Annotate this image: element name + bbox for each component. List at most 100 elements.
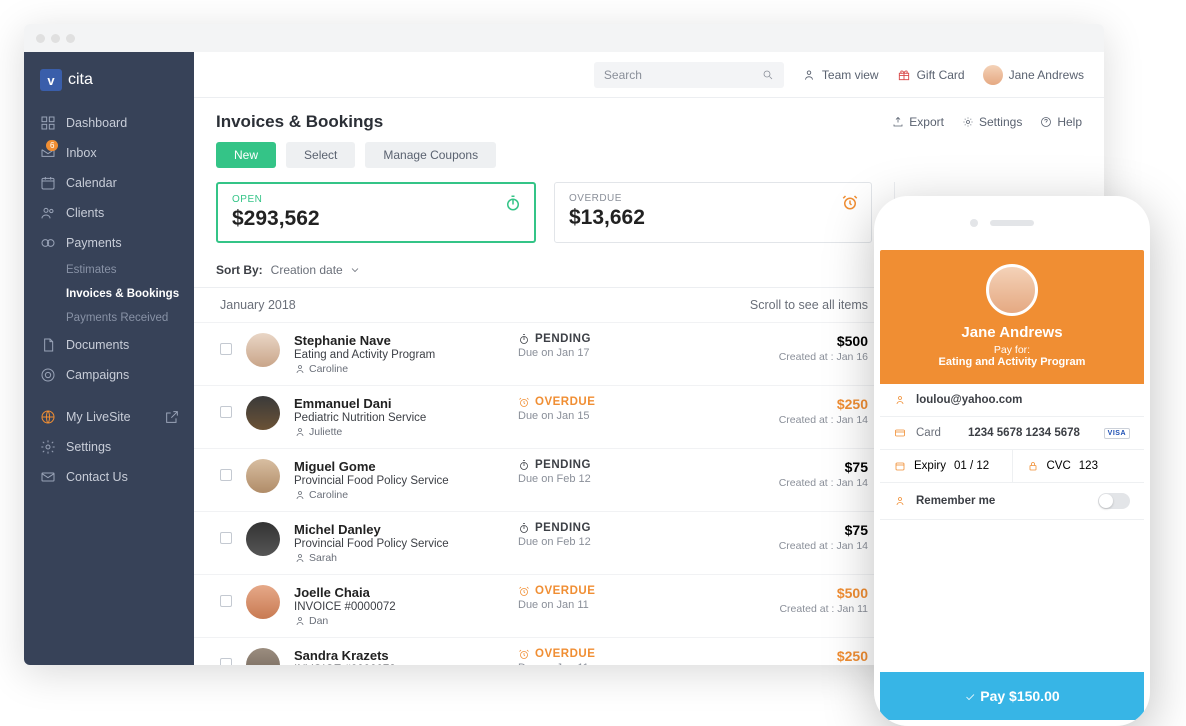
visa-badge: VISA <box>1104 428 1130 439</box>
invoice-row[interactable]: Sandra KrazetsINVOICE #0000072NadineOVER… <box>194 638 894 665</box>
invoice-row[interactable]: Joelle ChaiaINVOICE #0000072DanOVERDUEDu… <box>194 575 894 638</box>
invoice-row[interactable]: Stephanie NaveEating and Activity Progra… <box>194 323 894 386</box>
row-checkbox[interactable] <box>220 532 232 544</box>
status-icon <box>518 396 530 408</box>
nav-estimates[interactable]: Estimates <box>24 258 194 282</box>
person-icon <box>294 552 306 564</box>
help-icon <box>1040 116 1052 128</box>
nav-label: Inbox <box>66 146 97 160</box>
page-header: Invoices & Bookings Export Settings Help <box>194 98 1104 132</box>
invoice-status: PENDING <box>518 333 678 345</box>
payment-header: Jane Andrews Pay for: Eating and Activit… <box>880 250 1144 384</box>
row-checkbox[interactable] <box>220 595 232 607</box>
summary-open-label: OPEN <box>232 194 520 205</box>
settings-button[interactable]: Settings <box>962 115 1022 129</box>
select-button[interactable]: Select <box>286 142 355 168</box>
export-label: Export <box>909 115 944 129</box>
pay-button-label: Pay $150.00 <box>980 688 1059 704</box>
row-checkbox[interactable] <box>220 469 232 481</box>
nav-label: My LiveSite <box>66 410 131 424</box>
client-name: Joelle Chaia <box>294 585 504 600</box>
help-button[interactable]: Help <box>1040 115 1082 129</box>
client-name: Michel Danley <box>294 522 504 537</box>
nav-livesite[interactable]: My LiveSite <box>24 402 194 432</box>
pay-button[interactable]: Pay $150.00 <box>880 672 1144 720</box>
due-date: Due on Jan 15 <box>518 410 678 422</box>
created-date: Created at : Jan 14 <box>779 477 868 489</box>
logo-mark: v <box>40 69 62 91</box>
nav-label: Dashboard <box>66 116 127 130</box>
status-icon <box>518 585 530 597</box>
summary-open-card[interactable]: OPEN $293,562 <box>216 182 536 243</box>
nav-payments-received[interactable]: Payments Received <box>24 306 194 330</box>
sidebar: v cita Dashboard 6 Inbox Calendar Client… <box>24 52 194 665</box>
invoice-status: PENDING <box>518 459 678 471</box>
nav-contact[interactable]: Contact Us <box>24 462 194 492</box>
brand-logo[interactable]: v cita <box>24 52 194 108</box>
nav-label: Documents <box>66 338 129 352</box>
nav-payments[interactable]: Payments <box>24 228 194 258</box>
expiry-field[interactable]: Expiry 01 / 12 <box>880 450 1013 483</box>
user-name: Jane Andrews <box>1009 68 1084 82</box>
nav-dashboard[interactable]: Dashboard <box>24 108 194 138</box>
logo-text: cita <box>68 71 93 89</box>
summary-open-value: $293,562 <box>232 207 520 231</box>
sort-select[interactable]: Creation date <box>271 263 361 277</box>
nav-settings[interactable]: Settings <box>24 432 194 462</box>
search-placeholder: Search <box>604 68 642 82</box>
card-icon <box>894 427 906 439</box>
email-field[interactable]: loulou@yahoo.com <box>880 384 1144 417</box>
card-field[interactable]: Card 1234 5678 1234 5678 VISA <box>880 417 1144 450</box>
person-icon <box>894 394 906 406</box>
summary-overdue-card[interactable]: OVERDUE $13,662 <box>554 182 872 243</box>
row-checkbox[interactable] <box>220 406 232 418</box>
nav-documents[interactable]: Documents <box>24 330 194 360</box>
user-menu[interactable]: Jane Andrews <box>983 65 1084 85</box>
month-header: January 2018 Scroll to see all items <box>194 288 894 323</box>
person-icon <box>802 68 816 82</box>
stopwatch-icon <box>504 194 522 217</box>
remember-toggle[interactable] <box>1098 493 1130 509</box>
invoice-row[interactable]: Emmanuel DaniPediatric Nutrition Service… <box>194 386 894 449</box>
assignee: Caroline <box>294 363 504 375</box>
new-button[interactable]: New <box>216 142 276 168</box>
email-value: loulou@yahoo.com <box>916 394 1022 406</box>
person-icon <box>894 495 906 507</box>
documents-icon <box>40 337 56 353</box>
nav-invoices-bookings[interactable]: Invoices & Bookings <box>24 282 194 306</box>
invoice-row[interactable]: Michel DanleyProvincial Food Policy Serv… <box>194 512 894 575</box>
chevron-down-icon <box>349 264 361 276</box>
remember-toggle-row[interactable]: Remember me <box>880 483 1144 520</box>
search-icon <box>762 69 774 81</box>
team-view-button[interactable]: Team view <box>802 68 879 82</box>
cvc-field[interactable]: CVC 123 <box>1013 450 1145 483</box>
nav-inbox[interactable]: 6 Inbox <box>24 138 194 168</box>
nav-campaigns[interactable]: Campaigns <box>24 360 194 390</box>
search-input[interactable]: Search <box>594 62 784 88</box>
nav-clients[interactable]: Clients <box>24 198 194 228</box>
phone-speaker <box>990 220 1034 226</box>
status-icon <box>518 459 530 471</box>
assignee: Juliette <box>294 426 504 438</box>
export-button[interactable]: Export <box>892 115 944 129</box>
row-checkbox[interactable] <box>220 658 232 665</box>
invoice-status: PENDING <box>518 522 678 534</box>
invoice-row[interactable]: Miguel GomeProvincial Food Policy Servic… <box>194 449 894 512</box>
cvc-label: CVC <box>1047 460 1071 472</box>
client-name: Miguel Gome <box>294 459 504 474</box>
created-date: Created at : Jan 14 <box>779 540 868 552</box>
nav-calendar[interactable]: Calendar <box>24 168 194 198</box>
user-avatar <box>983 65 1003 85</box>
gift-card-button[interactable]: Gift Card <box>897 68 965 82</box>
nav-label: Settings <box>66 440 111 454</box>
person-icon <box>294 426 306 438</box>
due-date: Due on Jan 17 <box>518 347 678 359</box>
service-name: Provincial Food Policy Service <box>294 475 504 487</box>
calendar-icon <box>40 175 56 191</box>
service-name: Eating and Activity Program <box>294 349 504 361</box>
manage-coupons-button[interactable]: Manage Coupons <box>365 142 496 168</box>
row-checkbox[interactable] <box>220 343 232 355</box>
client-avatar <box>246 459 280 493</box>
gift-card-label: Gift Card <box>917 68 965 82</box>
browser-titlebar <box>24 24 1104 52</box>
